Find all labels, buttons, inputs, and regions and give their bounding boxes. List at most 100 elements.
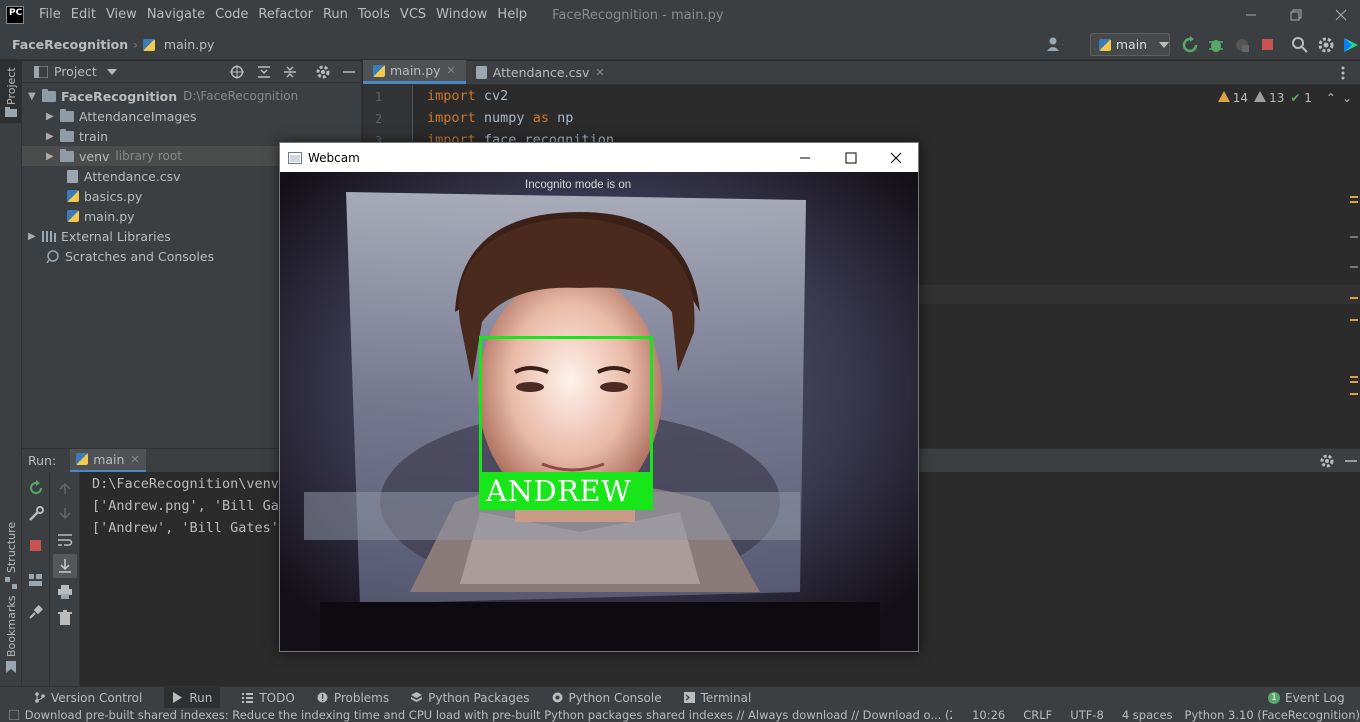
breadcrumb-project[interactable]: FaceRecognition xyxy=(12,37,128,52)
arrow-up-icon[interactable] xyxy=(57,480,73,496)
weak-mark[interactable] xyxy=(1350,266,1358,268)
tool-python-packages[interactable]: Python Packages xyxy=(411,691,530,705)
console-line[interactable]: ['Andrew.png', 'Bill Ga xyxy=(92,498,279,514)
bookmarks-stripe-label[interactable]: Bookmarks xyxy=(5,596,18,657)
chevron-down-icon[interactable] xyxy=(106,68,117,75)
webcam-window[interactable]: Webcam Incognito mode is on ANDREW xyxy=(279,142,919,652)
gear-icon[interactable] xyxy=(1320,454,1334,468)
warning-mark[interactable] xyxy=(1350,319,1358,321)
coverage-icon[interactable] xyxy=(1233,36,1251,54)
close-icon[interactable]: ✕ xyxy=(130,453,139,466)
collapse-all-icon[interactable] xyxy=(283,65,297,79)
console-line[interactable]: ['Andrew', 'Bill Gates' xyxy=(92,520,279,536)
code-line[interactable]: import cv2 xyxy=(427,88,508,104)
caret-position[interactable]: 10:26 xyxy=(972,708,1005,722)
project-panel-title[interactable]: Project xyxy=(54,64,97,79)
maximize-icon[interactable] xyxy=(845,152,857,164)
indent-setting[interactable]: 4 spaces xyxy=(1122,708,1173,722)
project-view-icon xyxy=(34,65,48,78)
warning-mark[interactable] xyxy=(1350,196,1358,198)
menu-tools[interactable]: Tools xyxy=(353,0,395,30)
inspection-widget[interactable]: 14 13 ✔ 1 ⌃ ⌄ xyxy=(1217,91,1352,105)
locate-icon[interactable] xyxy=(230,64,244,79)
menu-refactor[interactable]: Refactor xyxy=(253,0,318,30)
tool-todo[interactable]: TODO xyxy=(242,691,295,705)
close-icon[interactable] xyxy=(890,152,902,164)
trash-icon[interactable] xyxy=(57,610,73,626)
rerun-icon[interactable] xyxy=(1181,36,1199,54)
hide-panel-icon[interactable] xyxy=(1344,454,1358,468)
status-message[interactable]: Download pre-built shared indexes: Reduc… xyxy=(25,708,952,722)
tool-run[interactable]: Run xyxy=(164,686,221,709)
arrow-down-icon[interactable] xyxy=(57,506,73,522)
jetbrains-toolbox-icon[interactable] xyxy=(1342,36,1360,54)
expand-all-icon[interactable] xyxy=(257,65,271,79)
menu-vcs[interactable]: VCS xyxy=(395,0,431,30)
stop-icon[interactable] xyxy=(1259,36,1277,54)
code-line[interactable]: import numpy as np xyxy=(427,110,573,126)
webcam-title-bar[interactable]: Webcam xyxy=(280,143,918,172)
project-stripe-label[interactable]: Project xyxy=(5,67,18,105)
weak-mark[interactable] xyxy=(1350,236,1358,238)
tool-version-control[interactable]: Version Control xyxy=(34,691,142,705)
tree-item-attendanceimages[interactable]: ▶ AttendanceImages xyxy=(22,106,362,126)
file-encoding[interactable]: UTF-8 xyxy=(1070,708,1104,722)
warning-mark[interactable] xyxy=(1350,376,1358,378)
chevron-down-icon[interactable]: ⌄ xyxy=(1342,91,1352,105)
hide-panel-icon[interactable] xyxy=(342,65,356,79)
line-separator[interactable]: CRLF xyxy=(1023,708,1052,722)
chevron-right-icon[interactable]: ▶ xyxy=(28,231,42,242)
menu-run[interactable]: Run xyxy=(318,0,353,30)
minimize-button[interactable] xyxy=(1228,0,1274,30)
warning-mark[interactable] xyxy=(1350,201,1358,203)
menu-window[interactable]: Window xyxy=(431,0,492,30)
menu-view[interactable]: View xyxy=(101,0,142,30)
chevron-up-icon[interactable]: ⌃ xyxy=(1326,91,1336,105)
tool-terminal[interactable]: Terminal xyxy=(683,691,751,705)
user-icon[interactable] xyxy=(1045,36,1063,54)
soft-wrap-icon[interactable] xyxy=(57,532,73,548)
pin-icon[interactable] xyxy=(28,604,44,620)
run-tab-main[interactable]: main ✕ xyxy=(70,448,146,473)
close-window-button[interactable] xyxy=(1318,0,1360,30)
warning-mark[interactable] xyxy=(1350,393,1358,395)
run-config-select[interactable]: main xyxy=(1090,33,1170,56)
print-icon[interactable] xyxy=(57,584,73,600)
rerun-icon[interactable] xyxy=(28,480,44,496)
tool-problems[interactable]: Problems xyxy=(317,691,389,705)
gear-icon[interactable] xyxy=(1317,36,1335,54)
chevron-right-icon[interactable]: ▶ xyxy=(46,111,60,122)
search-icon[interactable] xyxy=(1291,36,1309,54)
wrench-icon[interactable] xyxy=(28,506,44,522)
restore-button[interactable] xyxy=(1273,0,1319,30)
menu-file[interactable]: File xyxy=(34,0,66,30)
close-icon[interactable]: ✕ xyxy=(595,66,604,79)
status-toggle-icon[interactable] xyxy=(9,710,19,720)
chevron-right-icon[interactable]: ▶ xyxy=(46,151,60,162)
chevron-down-icon[interactable]: ▼ xyxy=(28,91,42,102)
chevron-right-icon[interactable]: ▶ xyxy=(46,131,60,142)
breadcrumb-file[interactable]: main.py xyxy=(164,37,215,52)
console-line[interactable]: D:\FaceRecognition\venv\ xyxy=(92,476,287,492)
tab-main-py[interactable]: main.py ✕ xyxy=(363,60,466,84)
tool-event-log[interactable]: 1 Event Log xyxy=(1268,691,1345,705)
menu-navigate[interactable]: Navigate xyxy=(142,0,210,30)
tab-attendance-csv[interactable]: Attendance.csv ✕ xyxy=(466,60,615,84)
more-icon[interactable] xyxy=(1336,66,1350,80)
debug-icon[interactable] xyxy=(1207,36,1225,54)
close-icon[interactable]: ✕ xyxy=(447,64,456,77)
gear-icon[interactable] xyxy=(316,65,330,79)
tree-item-root[interactable]: ▼ FaceRecognition D:\FaceRecognition xyxy=(22,86,362,106)
structure-stripe-label[interactable]: Structure xyxy=(5,522,18,573)
warning-mark[interactable] xyxy=(1350,381,1358,383)
stop-icon[interactable] xyxy=(28,538,44,554)
warning-mark[interactable] xyxy=(1350,297,1358,299)
menu-code[interactable]: Code xyxy=(210,0,253,30)
menu-help[interactable]: Help xyxy=(492,0,532,30)
menu-edit[interactable]: Edit xyxy=(66,0,101,30)
minimize-icon[interactable] xyxy=(799,152,811,164)
python-interpreter[interactable]: Python 3.10 (FaceRecognition) xyxy=(1185,708,1360,722)
layout-icon[interactable] xyxy=(28,572,44,588)
tool-python-console[interactable]: Python Console xyxy=(552,691,662,705)
scroll-to-end-button[interactable] xyxy=(53,554,77,578)
